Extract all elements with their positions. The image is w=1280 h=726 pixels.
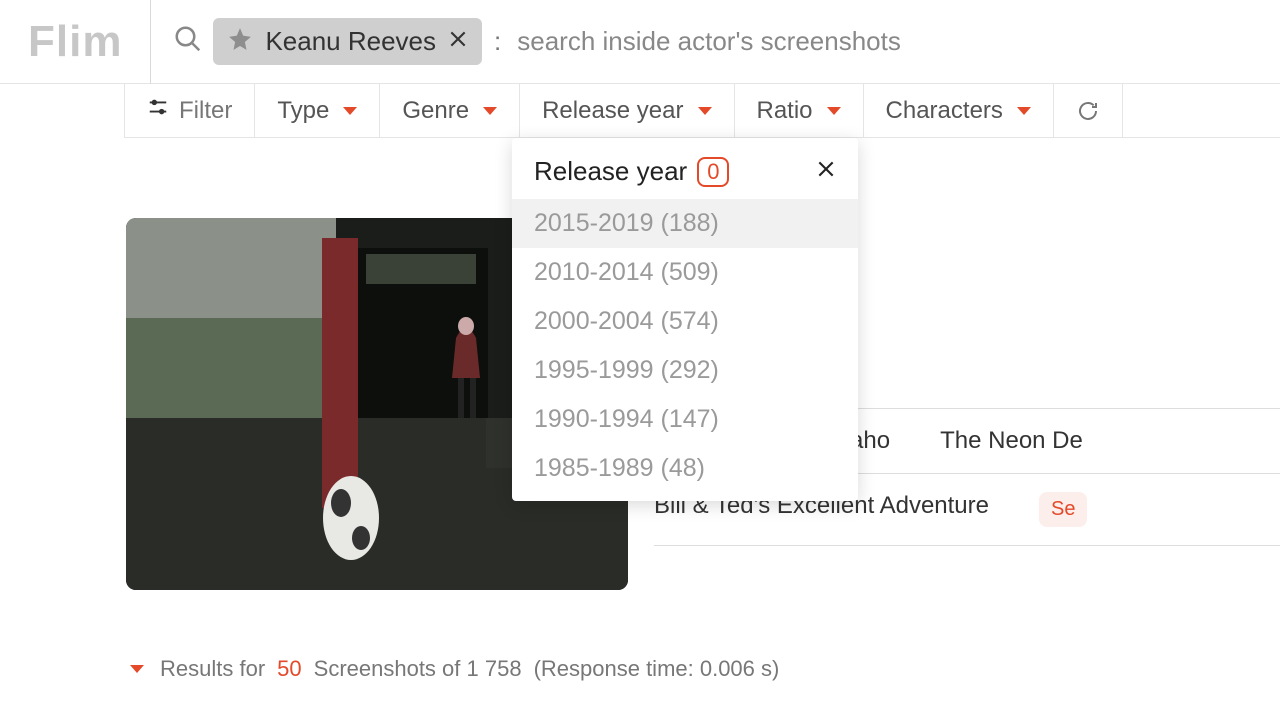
filter-characters[interactable]: Characters: [864, 84, 1054, 137]
filter-release-year[interactable]: Release year: [520, 84, 734, 137]
filter-characters-label: Characters: [886, 97, 1003, 125]
search-chip[interactable]: Keanu Reeves: [213, 18, 482, 65]
dropdown-option[interactable]: 2000-2004 (574): [512, 297, 858, 346]
results-mid: Screenshots of 1 758: [314, 656, 522, 682]
filter-type-label: Type: [277, 97, 329, 125]
filter-label-text: Filter: [179, 97, 232, 125]
film-title[interactable]: The Neon De: [940, 427, 1083, 455]
results-prefix: Results for: [160, 656, 265, 682]
dropdown-option[interactable]: 1985-1989 (48): [512, 444, 858, 493]
chip-remove-icon[interactable]: [448, 29, 468, 54]
filter-button[interactable]: Filter: [124, 84, 255, 137]
dropdown-option[interactable]: 1990-1994 (147): [512, 395, 858, 444]
dropdown-option[interactable]: 2010-2014 (509): [512, 248, 858, 297]
caret-down-icon: [343, 107, 357, 115]
dropdown-count-badge: 0: [697, 157, 729, 187]
colon-separator: :: [494, 26, 501, 57]
results-summary: Results for 50 Screenshots of 1 758 (Res…: [126, 656, 779, 682]
dropdown-close-icon[interactable]: [816, 159, 836, 184]
dropdown-option[interactable]: 1995-1999 (292): [512, 346, 858, 395]
filter-genre[interactable]: Genre: [380, 84, 520, 137]
results-count: 50: [277, 656, 301, 682]
filter-type[interactable]: Type: [255, 84, 380, 137]
sliders-icon: [147, 96, 169, 125]
caret-down-icon: [827, 107, 841, 115]
results-time: (Response time: 0.006 s): [534, 656, 780, 682]
caret-down-icon: [1017, 107, 1031, 115]
filter-bar: Filter Type Genre Release year Ratio Cha…: [124, 84, 1280, 138]
filter-ratio[interactable]: Ratio: [735, 84, 864, 137]
filter-ratio-label: Ratio: [757, 97, 813, 125]
search-icon[interactable]: [173, 24, 203, 59]
filter-release-year-label: Release year: [542, 97, 683, 125]
caret-down-icon[interactable]: [130, 665, 144, 673]
filter-genre-label: Genre: [402, 97, 469, 125]
chip-label: Keanu Reeves: [265, 26, 436, 57]
dropdown-option[interactable]: 2015-2019 (188): [512, 199, 858, 248]
dropdown-title: Release year: [534, 156, 687, 187]
star-icon: [227, 26, 253, 57]
search-input[interactable]: [517, 26, 1037, 57]
brand-logo[interactable]: Flim: [0, 17, 150, 67]
caret-down-icon: [698, 107, 712, 115]
caret-down-icon: [483, 107, 497, 115]
refresh-button[interactable]: [1054, 84, 1123, 137]
see-button[interactable]: Se: [1039, 492, 1087, 527]
release-year-dropdown: Release year 0 2015-2019 (188) 2010-2014…: [512, 138, 858, 501]
